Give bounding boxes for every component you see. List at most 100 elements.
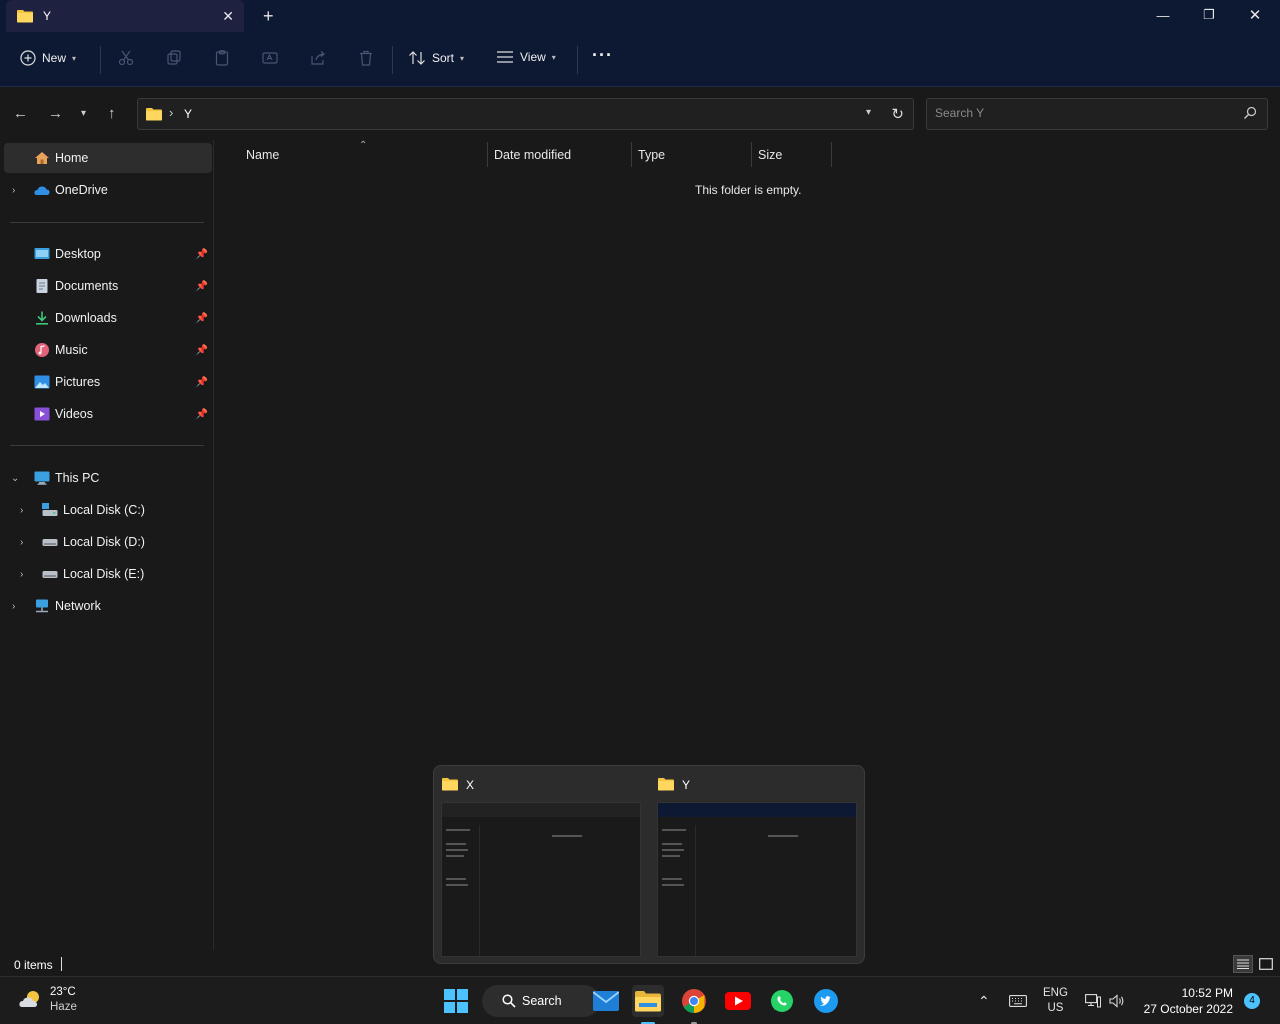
sidebar-item-documents[interactable]: Documents 📌: [4, 271, 212, 301]
touch-keyboard-button[interactable]: [1009, 977, 1027, 1024]
sidebar-item-label: Network: [55, 599, 101, 613]
back-arrow-icon[interactable]: ←: [13, 105, 28, 122]
file-explorer-app-button[interactable]: [632, 985, 664, 1024]
pin-icon[interactable]: 📌: [196, 377, 208, 388]
tab-y[interactable]: Y ✕: [6, 0, 244, 32]
pin-icon[interactable]: 📌: [196, 249, 208, 260]
paste-icon[interactable]: [214, 50, 230, 66]
sidebar-item-onedrive[interactable]: › OneDrive: [4, 175, 212, 205]
large-icons-view-icon: [1259, 958, 1273, 970]
chevron-right-icon[interactable]: ›: [20, 537, 23, 548]
chrome-app-button[interactable]: [678, 985, 710, 1024]
title-bar: Y ✕ + — ❐ ✕: [0, 0, 1280, 32]
sidebar-item-local-disk-d[interactable]: › Local Disk (D:): [4, 527, 212, 557]
sidebar-item-home[interactable]: Home: [4, 143, 212, 173]
thumbnail-window-x[interactable]: X: [434, 766, 649, 965]
twitter-app-button[interactable]: [810, 985, 842, 1017]
recent-locations-chevron-icon[interactable]: ▾: [81, 108, 86, 119]
sidebar-item-local-disk-e[interactable]: › Local Disk (E:): [4, 559, 212, 589]
network-status-button[interactable]: [1085, 977, 1101, 1024]
sidebar-item-music[interactable]: Music 📌: [4, 335, 212, 365]
new-tab-button[interactable]: +: [263, 6, 274, 27]
column-divider[interactable]: [487, 142, 488, 167]
column-header-date-modified[interactable]: Date modified: [494, 148, 571, 162]
sort-label: Sort: [432, 51, 455, 65]
more-options-button[interactable]: ···: [592, 45, 613, 66]
sidebar-item-videos[interactable]: Videos 📌: [4, 399, 212, 429]
sidebar-item-label: Documents: [55, 279, 119, 293]
new-button[interactable]: New ▾: [20, 50, 76, 66]
share-icon[interactable]: [310, 50, 326, 66]
pin-icon[interactable]: 📌: [196, 281, 208, 292]
sidebar-item-this-pc[interactable]: ⌄ This PC: [4, 463, 212, 493]
sidebar-item-desktop[interactable]: Desktop 📌: [4, 239, 212, 269]
chevron-right-icon[interactable]: ›: [20, 505, 23, 516]
thumbnail-window-y[interactable]: Y: [650, 766, 865, 965]
sidebar-item-downloads[interactable]: Downloads 📌: [4, 303, 212, 333]
column-divider[interactable]: [831, 142, 832, 167]
search-input[interactable]: [935, 106, 1225, 120]
start-button[interactable]: [440, 985, 472, 1017]
chevron-right-icon[interactable]: ›: [12, 185, 15, 196]
taskbar-search-button[interactable]: Search: [482, 985, 600, 1017]
preview-line: [662, 855, 680, 857]
rename-icon[interactable]: [262, 50, 278, 66]
chevron-down-icon[interactable]: ⌄: [11, 473, 19, 484]
mail-app-button[interactable]: [590, 985, 622, 1017]
column-header-type[interactable]: Type: [638, 148, 665, 162]
chevron-right-icon[interactable]: ›: [20, 569, 23, 580]
up-arrow-icon[interactable]: ↑: [108, 105, 116, 122]
large-icons-view-button[interactable]: [1256, 955, 1276, 973]
youtube-app-button[interactable]: [722, 985, 754, 1017]
divider: [10, 222, 204, 223]
address-dropdown-icon[interactable]: ▾: [866, 107, 871, 118]
input-language-indicator[interactable]: ENG US: [1043, 977, 1068, 1024]
refresh-icon[interactable]: ↻: [891, 105, 904, 123]
preview-line: [446, 843, 466, 845]
sort-button[interactable]: Sort ▾: [408, 50, 464, 66]
folder-icon: [17, 10, 33, 23]
maximize-button[interactable]: ❐: [1199, 5, 1219, 25]
column-divider[interactable]: [631, 142, 632, 167]
column-divider[interactable]: [751, 142, 752, 167]
weather-widget[interactable]: 23°C Haze: [18, 985, 77, 1015]
pin-icon[interactable]: 📌: [196, 313, 208, 324]
sidebar-item-network[interactable]: › Network: [4, 591, 212, 621]
search-icon: [1244, 106, 1257, 119]
address-bar[interactable]: › Y ▾ ↻: [137, 98, 914, 130]
navigation-row: ← → ▾ ↑ › Y ▾ ↻: [0, 87, 1280, 140]
sidebar-item-pictures[interactable]: Pictures 📌: [4, 367, 212, 397]
view-button[interactable]: View ▾: [496, 50, 556, 64]
delete-icon[interactable]: [358, 50, 374, 66]
navigation-pane: Home › OneDrive Desktop 📌 Documents 📌 Do…: [0, 140, 214, 950]
pin-icon[interactable]: 📌: [196, 409, 208, 420]
column-header-name[interactable]: Name: [246, 148, 279, 162]
window-preview: [441, 802, 641, 957]
copy-icon[interactable]: [166, 50, 182, 66]
documents-icon: [36, 279, 48, 293]
minimize-button[interactable]: —: [1153, 5, 1173, 25]
cut-icon[interactable]: [118, 50, 134, 66]
show-hidden-icons-button[interactable]: ⌃: [978, 977, 990, 1024]
folder-icon: [658, 778, 674, 791]
search-box[interactable]: [926, 98, 1268, 130]
sidebar-item-local-disk-c[interactable]: › Local Disk (C:): [4, 495, 212, 525]
clock-date: 27 October 2022: [1143, 1002, 1233, 1016]
tab-close-icon[interactable]: ✕: [222, 8, 234, 25]
pin-icon[interactable]: 📌: [196, 345, 208, 356]
notification-badge[interactable]: 4: [1244, 993, 1260, 1009]
system-clock[interactable]: 10:52 PM 27 October 2022: [1144, 985, 1233, 1017]
taskbar-thumbnail-popup: X Y: [433, 765, 865, 964]
close-button[interactable]: ✕: [1245, 5, 1265, 25]
preview-line: [552, 835, 582, 837]
plus-circle-icon: [20, 50, 36, 66]
chevron-right-icon[interactable]: ›: [12, 601, 15, 612]
breadcrumb-y[interactable]: Y: [184, 107, 192, 121]
whatsapp-app-button[interactable]: [766, 985, 798, 1017]
system-drive-icon: [42, 503, 58, 516]
details-view-button[interactable]: [1233, 955, 1253, 973]
column-header-size[interactable]: Size: [758, 148, 782, 162]
forward-arrow-icon[interactable]: →: [48, 105, 63, 122]
sidebar-item-label: Downloads: [55, 311, 117, 325]
volume-button[interactable]: [1109, 977, 1125, 1024]
